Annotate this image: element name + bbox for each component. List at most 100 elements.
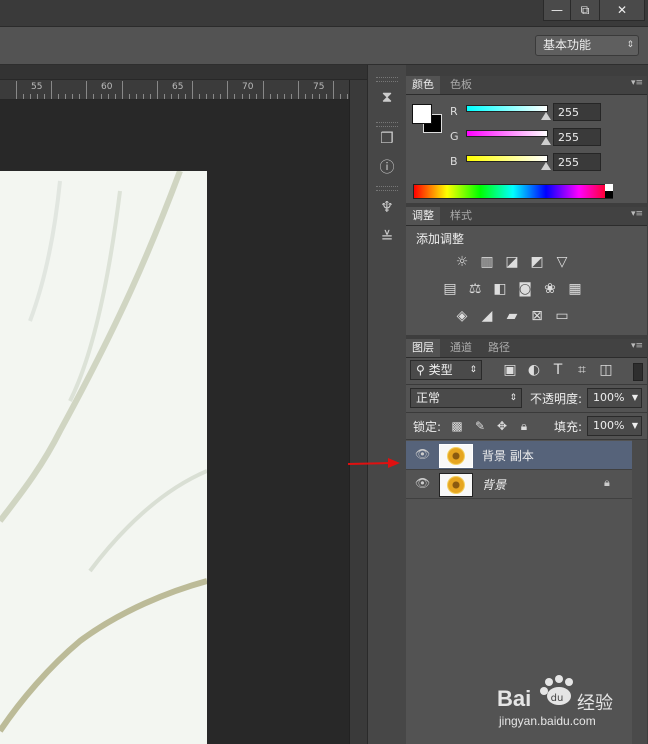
tab-adjustments[interactable]: 调整 xyxy=(406,207,440,225)
blue-value-input[interactable]: 255 xyxy=(553,153,601,171)
posterize-icon[interactable]: ◢ xyxy=(479,308,495,324)
green-value-input[interactable]: 255 xyxy=(553,128,601,146)
ruler-tick xyxy=(192,81,194,99)
tab-color[interactable]: 颜色 xyxy=(406,76,440,94)
black-swatch[interactable] xyxy=(605,191,613,198)
ruler-label: 75 xyxy=(313,82,325,92)
fill-input[interactable]: 100% ▼ xyxy=(587,416,642,436)
color-spectrum-bar[interactable] xyxy=(413,184,613,199)
tab-layers[interactable]: 图层 xyxy=(406,339,440,357)
color-lookup-icon[interactable]: ▦ xyxy=(567,281,583,297)
hue-saturation-icon[interactable]: ▤ xyxy=(442,281,458,297)
layer-filter-select[interactable]: ⚲ 类型 ⇕ xyxy=(410,360,482,380)
slider-caret-icon[interactable] xyxy=(541,162,551,170)
type-layer-filter-icon[interactable]: T xyxy=(550,362,566,378)
lock-image-icon[interactable]: ✎ xyxy=(472,418,488,434)
shape-layer-filter-icon[interactable]: ⌗ xyxy=(574,362,590,378)
selective-color-icon[interactable]: ⊠ xyxy=(529,308,545,324)
minimize-icon: — xyxy=(551,3,563,17)
ruler-tick xyxy=(304,94,306,99)
color-balance-icon[interactable]: ⚖ xyxy=(467,281,483,297)
curves-icon[interactable]: ◪ xyxy=(504,254,520,270)
brightness-contrast-icon[interactable]: ☼ xyxy=(454,254,470,270)
grip-handle[interactable] xyxy=(376,122,398,127)
ruler-tick xyxy=(227,81,229,99)
slider-caret-icon[interactable] xyxy=(541,112,551,120)
tab-paths[interactable]: 路径 xyxy=(482,339,516,357)
ruler-tick xyxy=(51,81,53,99)
filter-toggle[interactable] xyxy=(633,363,643,381)
3d-icon[interactable]: ❒ xyxy=(377,128,397,148)
invert-icon[interactable]: ◈ xyxy=(454,308,470,324)
lock-all-icon[interactable]: 🔒︎ xyxy=(516,418,532,434)
grip-handle[interactable] xyxy=(376,77,398,82)
red-slider[interactable] xyxy=(466,105,548,112)
info-icon[interactable]: ⓘ xyxy=(377,157,397,177)
lock-transparent-icon[interactable]: ▩ xyxy=(449,418,465,434)
gradient-map-icon[interactable]: ▭ xyxy=(554,308,570,324)
ruler-tick xyxy=(213,94,215,99)
vibrance-icon[interactable]: ▽ xyxy=(554,254,570,270)
panel-menu-icon[interactable]: ▾≡ xyxy=(631,341,643,351)
green-slider[interactable] xyxy=(466,130,548,137)
foreground-color-swatch[interactable] xyxy=(412,104,432,124)
restore-button[interactable]: ⧉ xyxy=(570,0,600,21)
grip-handle[interactable] xyxy=(376,186,398,191)
channel-label-b: B xyxy=(450,155,458,168)
photo-filter-icon[interactable]: ◙ xyxy=(517,281,533,297)
ruler-tick xyxy=(340,94,342,99)
ruler-label: 70 xyxy=(242,82,254,92)
svg-text:du: du xyxy=(551,693,564,704)
panel-menu-icon[interactable]: ▾≡ xyxy=(631,78,643,88)
ruler-tick xyxy=(142,94,144,99)
layer-row-background[interactable]: 👁︎ 背景 🔒︎ xyxy=(406,470,632,498)
close-icon: ✕ xyxy=(616,3,628,17)
watermark-brand: Bai xyxy=(497,686,532,711)
history-icon[interactable]: ⧗ xyxy=(377,87,397,107)
ruler-tick xyxy=(72,94,74,99)
ruler-tick xyxy=(93,94,95,99)
red-value-input[interactable]: 255 xyxy=(553,103,601,121)
minimize-button[interactable]: — xyxy=(543,0,571,21)
white-swatch[interactable] xyxy=(605,184,613,191)
close-button[interactable]: ✕ xyxy=(599,0,645,21)
ruler-tick xyxy=(283,94,285,99)
vertical-scrollbar[interactable] xyxy=(349,80,367,744)
ruler-tick xyxy=(326,94,328,99)
panel-menu-icon[interactable]: ▾≡ xyxy=(631,209,643,219)
eye-icon[interactable]: 👁︎ xyxy=(415,447,430,461)
exposure-icon[interactable]: ◩ xyxy=(529,254,545,270)
adjustment-layer-filter-icon[interactable]: ◐ xyxy=(526,362,542,378)
divider xyxy=(406,469,632,470)
black-white-icon[interactable]: ◧ xyxy=(492,281,508,297)
tab-swatches[interactable]: 色板 xyxy=(444,76,478,94)
fill-label: 填充: xyxy=(554,420,583,434)
document-image[interactable] xyxy=(0,171,207,744)
ruler-label: 55 xyxy=(31,82,43,92)
threshold-icon[interactable]: ▰ xyxy=(504,308,520,324)
slider-caret-icon[interactable] xyxy=(541,137,551,145)
search-icon: ⚲ xyxy=(416,363,425,377)
ruler-tick xyxy=(15,81,17,99)
eye-icon[interactable]: 👁︎ xyxy=(415,476,430,490)
watermark-brand-2: 经验 xyxy=(577,693,613,714)
lock-position-icon[interactable]: ✥ xyxy=(494,418,510,434)
filter-type-label: 类型 xyxy=(428,363,453,377)
ruler-tick xyxy=(248,94,250,99)
brush-settings-icon[interactable]: ≚ xyxy=(377,227,397,247)
blend-mode-select[interactable]: 正常 ⇕ xyxy=(410,388,522,408)
tab-channels[interactable]: 通道 xyxy=(444,339,478,357)
tab-styles[interactable]: 样式 xyxy=(444,207,478,225)
blue-slider[interactable] xyxy=(466,155,548,162)
smart-object-filter-icon[interactable]: ◫ xyxy=(598,362,614,378)
brush-presets-icon[interactable]: ♆ xyxy=(377,197,397,217)
ruler-tick xyxy=(100,94,102,99)
pixel-layer-filter-icon[interactable]: ▣ xyxy=(502,362,518,378)
levels-icon[interactable]: ▥ xyxy=(479,254,495,270)
layer-name[interactable]: 背景 副本 xyxy=(482,447,534,464)
layer-name[interactable]: 背景 xyxy=(482,476,506,493)
workspace-select[interactable]: 基本功能 ⇕ xyxy=(535,35,639,56)
channel-mixer-icon[interactable]: ❀ xyxy=(542,281,558,297)
opacity-input[interactable]: 100% ▼ xyxy=(587,388,642,408)
layer-row-background-copy[interactable]: 👁︎ 背景 副本 xyxy=(406,441,632,469)
